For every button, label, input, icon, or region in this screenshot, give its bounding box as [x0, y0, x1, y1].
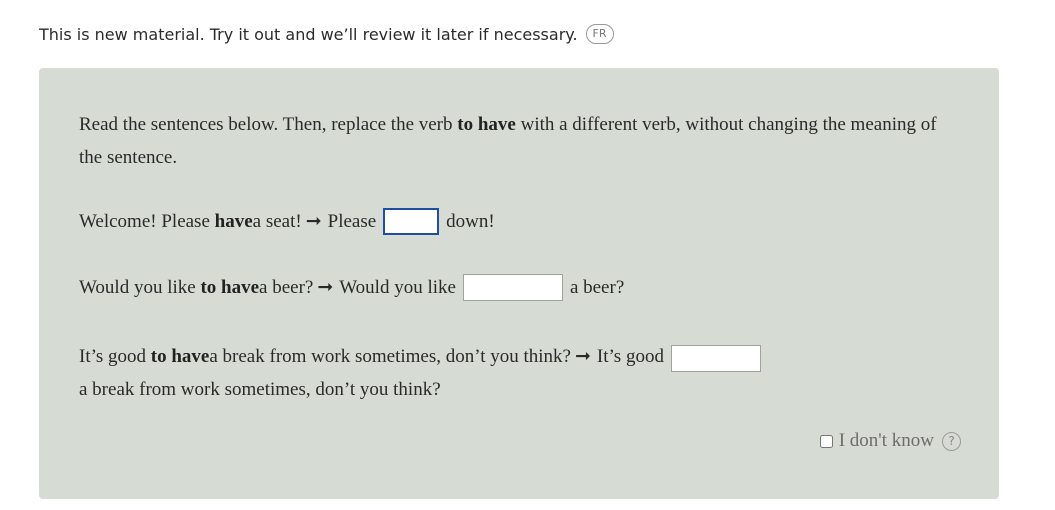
notice-text: This is new material. Try it out and we’…	[39, 24, 578, 44]
after-text: a break from work sometimes, don’t you t…	[79, 379, 441, 400]
notice-bar: This is new material. Try it out and we’…	[39, 24, 614, 44]
i-dont-know-checkbox[interactable]	[819, 434, 833, 448]
sentence-rest: a seat!	[252, 210, 302, 232]
prompt-text: Would you like	[339, 276, 456, 298]
sentence-plain: Would you like	[79, 276, 196, 298]
language-badge[interactable]: FR	[585, 24, 614, 44]
after-text: down!	[446, 210, 495, 232]
instructions-text-1: Read the sentences below. Then, replace …	[79, 114, 458, 135]
sentence-rest: a break from work sometimes, don’t you t…	[209, 346, 571, 367]
sentence-bold: have	[214, 210, 253, 232]
prompt-text: It’s good	[596, 346, 664, 367]
sentence-bold: to have	[150, 346, 210, 367]
help-icon[interactable]: ?	[942, 431, 961, 451]
sentence-rest: a beer?	[259, 276, 314, 298]
exercise-row-1: Welcome! Please have a seat! ➞ Please do…	[79, 208, 495, 235]
exercise-row-3: It’s good to have a break from work some…	[79, 340, 959, 406]
answer-input-2[interactable]	[462, 274, 563, 301]
sentence-bold: to have	[200, 276, 260, 298]
i-dont-know-label: I don't know	[838, 430, 934, 451]
arrow-icon: ➞	[305, 211, 322, 232]
answer-input-1[interactable]	[383, 208, 440, 235]
sentence-plain: Welcome! Please	[79, 210, 210, 232]
instructions: Read the sentences below. Then, replace …	[79, 108, 959, 174]
exercise-row-2: Would you like to have a beer? ➞ Would y…	[79, 274, 624, 301]
exercise-panel: Read the sentences below. Then, replace …	[39, 68, 999, 499]
answer-input-3[interactable]	[670, 344, 761, 372]
prompt-text: Please	[327, 210, 377, 232]
i-dont-know-option[interactable]: I don't know ?	[819, 430, 961, 452]
sentence-plain: It’s good	[79, 346, 147, 367]
after-text: a beer?	[569, 276, 625, 298]
arrow-icon: ➞	[575, 346, 591, 367]
arrow-icon: ➞	[317, 277, 334, 298]
instructions-bold: to have	[457, 114, 516, 135]
